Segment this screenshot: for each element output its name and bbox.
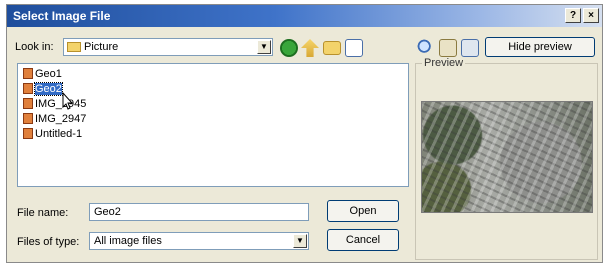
image-file-icon [23, 83, 33, 94]
chevron-down-icon[interactable]: ▼ [257, 40, 271, 54]
list-item[interactable]: Geo1 [23, 68, 62, 81]
file-name-label: File name: [17, 207, 69, 219]
image-file-icon [23, 68, 33, 79]
select-image-dialog: Select Image File ? × Look in: Picture ▼… [6, 4, 603, 263]
zoom-icon[interactable] [417, 39, 435, 57]
look-in-label: Look in: [15, 41, 54, 53]
title-bar: Select Image File ? × [7, 5, 602, 27]
file-list[interactable]: Geo1 Geo2 IMG_2945 IMG_2947 Untitled-1 [17, 63, 409, 187]
close-button[interactable]: × [583, 8, 599, 23]
file-name-field[interactable]: Geo2 [89, 203, 309, 221]
file-name: Geo2 [34, 82, 63, 96]
file-name: IMG_2945 [35, 98, 87, 110]
preview-image [421, 101, 593, 213]
mouse-cursor-icon [62, 92, 74, 110]
list-item[interactable]: IMG_2945 [23, 98, 86, 111]
preview-label: Preview [422, 57, 466, 69]
image-file-icon [23, 128, 33, 139]
image-file-icon [23, 98, 33, 109]
files-of-type-label: Files of type: [17, 236, 80, 248]
thumbnails-icon[interactable] [461, 39, 479, 57]
hide-preview-button[interactable]: Hide preview [485, 37, 595, 57]
preview-group: Preview [415, 57, 598, 260]
folder-icon [67, 42, 81, 52]
window-title: Select Image File [13, 9, 111, 23]
list-item[interactable]: Untitled-1 [23, 128, 82, 141]
files-of-type-value: All image files [94, 235, 162, 247]
up-folder-icon[interactable] [301, 39, 319, 57]
look-in-value: Picture [84, 41, 119, 53]
files-of-type-combo[interactable]: All image files ▼ [89, 232, 309, 250]
file-name: Untitled-1 [35, 128, 83, 140]
file-name: IMG_2947 [35, 113, 87, 125]
crop-icon[interactable] [439, 39, 457, 57]
open-button[interactable]: Open [327, 200, 399, 222]
list-item[interactable]: Geo2 [23, 82, 63, 96]
help-button[interactable]: ? [565, 8, 581, 23]
back-icon[interactable] [280, 39, 298, 57]
new-folder-icon[interactable] [323, 41, 341, 55]
file-name: Geo1 [35, 68, 62, 80]
list-item[interactable]: IMG_2947 [23, 113, 86, 126]
image-file-icon [23, 113, 33, 124]
cancel-button[interactable]: Cancel [327, 229, 399, 251]
view-menu-icon[interactable] [345, 39, 363, 57]
look-in-combo[interactable]: Picture ▼ [63, 38, 273, 56]
chevron-down-icon[interactable]: ▼ [293, 234, 307, 248]
